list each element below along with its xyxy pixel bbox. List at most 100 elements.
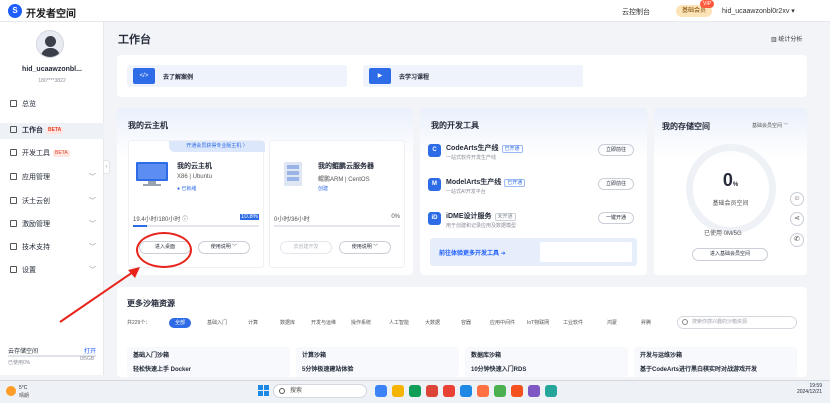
user-menu[interactable]: hid_ucaawzonbl0r2xv ▾	[722, 7, 795, 15]
logo-icon[interactable]: S	[8, 4, 22, 18]
sidebar-item-overview[interactable]: 总览	[0, 97, 104, 113]
chip-ascend[interactable]: 昇腾	[641, 318, 651, 328]
taskbar-app-icon[interactable]	[545, 385, 557, 397]
chip-bigdata[interactable]: 大数据	[425, 318, 440, 328]
stats-link[interactable]: ▥ 统计分析	[771, 34, 802, 43]
chevron-down-icon: ﹀	[89, 198, 96, 205]
word-icon[interactable]	[460, 385, 472, 397]
chrome-icon[interactable]	[426, 385, 438, 397]
more-tools-link[interactable]: 前往体验更多开发工具 ➜	[430, 238, 637, 266]
wechat-icon[interactable]	[494, 385, 506, 397]
cloud-storage-open-link[interactable]: 打开	[84, 346, 96, 355]
sidebar-item-app-management[interactable]: 应用管理 ﹀	[0, 170, 104, 186]
tool-status-tag: 已开通	[501, 145, 523, 153]
chip-harmony[interactable]: 鸿蒙	[607, 318, 617, 328]
vm-guide-button[interactable]: 使用说明 ﹀	[198, 241, 250, 254]
sidebar-collapse-button[interactable]: ‹	[103, 160, 110, 174]
support-icon	[10, 243, 17, 250]
chevron-down-icon: ﹀	[89, 221, 96, 228]
beta-tag: BETA	[46, 127, 64, 134]
sidebar-item-label: 应用管理	[22, 174, 50, 181]
more-tools-label: 前往体验更多开发工具 ➜	[439, 251, 506, 257]
vm-guide-button[interactable]: 使用说明 ﹀	[339, 241, 391, 254]
idme-activate-button[interactable]: 一键开通	[598, 212, 634, 224]
code-icon: </>	[133, 68, 155, 84]
codearts-go-button[interactable]: 立即前往	[598, 144, 634, 156]
sidebar-item-label: 开发工具	[22, 150, 50, 157]
phone-icon[interactable]: ✆	[790, 233, 804, 247]
wps-icon[interactable]	[443, 385, 455, 397]
chip-iot[interactable]: IoT物联网	[527, 318, 549, 328]
taskbar-app-icon[interactable]	[477, 385, 489, 397]
sidebar-item-dev-tools[interactable]: 开发工具 BETA	[0, 146, 104, 162]
create-dev-button[interactable]: 去创建开发	[280, 241, 332, 254]
storage-unit: %	[732, 182, 739, 188]
chip-devops[interactable]: 开发与运维	[311, 318, 336, 328]
vm-name: 我的鲲鹏云服务器	[318, 163, 374, 170]
app-name[interactable]: 开发者空间	[26, 5, 76, 20]
chip-database[interactable]: 数据库	[280, 318, 295, 328]
clock-date: 2024/12/21	[796, 389, 822, 395]
storage-percent: 0%	[654, 170, 807, 191]
sandbox-card-title: 10分钟快速入门RDS	[471, 367, 527, 373]
chip-middleware[interactable]: 应用中间件	[490, 318, 515, 328]
sandbox-search-input[interactable]: 搜索你感兴趣的沙箱资源	[677, 316, 797, 329]
search-placeholder: 搜索你感兴趣的沙箱资源	[692, 319, 748, 325]
chip-ai[interactable]: 人工智能	[389, 318, 409, 328]
sandbox-card-title: 5分钟极速建站体验	[302, 367, 354, 373]
course-link[interactable]: ▶ 去学习课程	[363, 65, 583, 87]
edge-icon[interactable]	[409, 385, 421, 397]
sun-icon	[6, 386, 16, 396]
tool-name-text: ModelArts生产线	[446, 179, 502, 186]
chip-compute[interactable]: 计算	[248, 318, 258, 328]
vm-os: 鲲鹏ARM | CentOS	[318, 177, 370, 183]
modelarts-go-button[interactable]: 立即前往	[598, 178, 634, 190]
weather-desc: 晴朗	[19, 393, 30, 399]
chip-industrial[interactable]: 工业软件	[563, 318, 583, 328]
taskbar-clock[interactable]: 19:59 2024/12/21	[776, 383, 822, 395]
taskbar-app-icon[interactable]	[511, 385, 523, 397]
chip-basic[interactable]: 基础入门	[207, 318, 227, 328]
chip-os[interactable]: 操作系统	[351, 318, 371, 328]
share-icon[interactable]: ⋖	[790, 212, 804, 226]
case-label: 去了解案例	[163, 75, 194, 81]
tool-codearts: C CodeArts生产线 已开通 一站式软件开发生产线 立即前往	[428, 142, 638, 168]
sandbox-card[interactable]: 数据库沙箱 10分钟快速入门RDS	[465, 347, 628, 377]
taskbar-app-icon[interactable]	[528, 385, 540, 397]
chevron-down-icon: ﹀	[89, 174, 96, 181]
taskbar-app-icon[interactable]	[375, 385, 387, 397]
beta-tag: BETA	[53, 150, 70, 157]
console-link[interactable]: 云控制台	[622, 7, 650, 17]
folder-icon[interactable]	[392, 385, 404, 397]
weather-widget[interactable]: 5°C 晴朗	[6, 384, 36, 400]
user-phone: 180****3822	[38, 78, 66, 84]
windows-start-icon[interactable]	[258, 385, 270, 397]
vm-promo[interactable]: 开通会员获得专业版主机 〉	[169, 141, 265, 152]
tool-name: CodeArts生产线 已开通	[446, 143, 523, 153]
sandbox-card[interactable]: 基础入门沙箱 轻松快速上手 Docker	[127, 347, 290, 377]
sidebar-item-incentive[interactable]: 激励管理 ﹀	[0, 217, 104, 233]
sidebar-item-workbench[interactable]: 工作台 BETA	[0, 123, 104, 139]
smile-icon[interactable]: ☺	[790, 192, 804, 206]
chip-all[interactable]: 全部	[169, 318, 192, 328]
sidebar-item-wotu[interactable]: 沃土云创 ﹀	[0, 194, 104, 210]
vm-state[interactable]: 创建	[318, 185, 328, 192]
sandbox-card[interactable]: 计算沙箱 5分钟极速建站体验	[296, 347, 459, 377]
tool-desc: 一站式软件开发生产线	[446, 155, 497, 161]
annotation-arrow	[59, 267, 140, 323]
course-label: 去学习课程	[399, 75, 430, 81]
storage-used: 已使用 0M/5G	[704, 231, 742, 237]
avatar[interactable]	[36, 30, 64, 58]
vm-name: 我的云主机	[177, 163, 212, 170]
storage-select[interactable]: 基础会员空间 ﹀	[752, 122, 788, 129]
enter-storage-button[interactable]: 进入基础会员空间	[692, 248, 768, 261]
tools-section-title: 我的开发工具	[431, 121, 479, 130]
chip-container[interactable]: 容器	[461, 318, 471, 328]
sandbox-card[interactable]: 开发与运维沙箱 基于CodeArts进行黑白棋实时对战游戏开发	[634, 347, 797, 377]
case-link[interactable]: </> 去了解案例	[127, 65, 347, 87]
taskbar-search-input[interactable]: 搜索	[273, 384, 367, 398]
vm-state: ● 已就绪	[177, 186, 197, 192]
idme-icon: iD	[428, 212, 441, 225]
sidebar-item-label: 激励管理	[22, 221, 50, 228]
codearts-icon: C	[428, 144, 441, 157]
